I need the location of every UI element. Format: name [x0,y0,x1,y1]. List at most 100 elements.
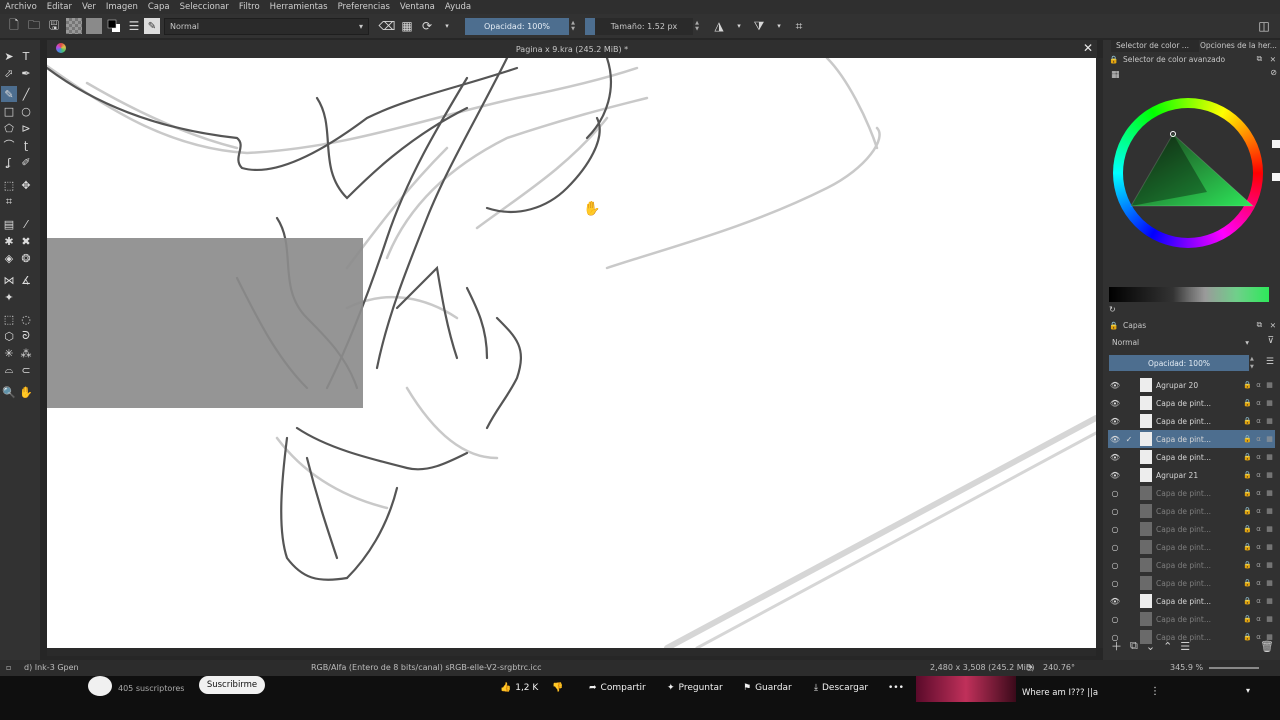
visibility-eye-icon[interactable]: 👁 [1108,471,1122,480]
lock-icon[interactable]: 🔒 [1242,453,1253,461]
float-icon[interactable]: ⧉ [1257,320,1262,330]
reload-preset-icon[interactable]: ⟳ [417,16,437,36]
inherit-alpha-icon[interactable]: ▦ [1264,453,1275,461]
similar-select-icon[interactable]: ⁂ [18,345,34,361]
inherit-alpha-icon[interactable]: ▦ [1264,615,1275,623]
layer-row[interactable]: 👁 Capa de pint... 🔒 α ▦ [1108,394,1275,412]
freehand-select-icon[interactable]: ᘐ [18,328,34,344]
visibility-eye-icon[interactable]: ○ [1108,543,1122,552]
enclose-fill-icon[interactable]: ❂ [18,250,34,266]
dropdown-arrow-icon[interactable]: ▾ [437,16,457,36]
save-button[interactable]: ⚑ Guardar [743,680,792,696]
layer-row[interactable]: ○ Capa de pint... 🔒 α ▦ [1108,484,1275,502]
workspace-icon[interactable]: ◫ [1254,16,1274,36]
contiguous-select-icon[interactable]: ✳ [1,345,17,361]
layers-blend-select[interactable]: Normal ▾ [1108,336,1253,348]
alpha-lock-icon[interactable]: α [1253,579,1264,587]
save-icon[interactable]: 🖫 [44,16,64,36]
ellipse-tool-icon[interactable]: ○ [18,103,34,119]
polygon-select-icon[interactable]: ⬡ [1,328,17,344]
alpha-lock-icon[interactable]: α [1253,417,1264,425]
inherit-alpha-icon[interactable]: ▦ [1264,417,1275,425]
menu-archivo[interactable]: Archivo [0,2,42,12]
menu-editar[interactable]: Editar [42,2,77,12]
layers-opacity-slider[interactable]: Opacidad: 100% [1109,355,1249,371]
mirror-vertical-icon[interactable]: ⧩ [749,16,769,36]
freehand-path-icon[interactable]: ʈ [18,137,34,153]
lock-icon[interactable]: 🔒 [1242,525,1253,533]
gradient-swatch[interactable] [86,18,102,34]
bezier-tool-icon[interactable]: ⌒ [1,137,17,153]
lock-icon[interactable]: 🔒 [1242,471,1253,479]
preserve-alpha-icon[interactable]: ▦ [397,16,417,36]
move-down-icon[interactable]: ⌄ [1146,640,1155,653]
download-button[interactable]: ⤓ Descargar [814,680,868,696]
lock-icon[interactable]: 🔒 [1242,489,1253,497]
kebab-menu-icon[interactable]: ⋮ [1150,686,1160,697]
like-button[interactable]: 👍 1,2 K [500,680,538,696]
inherit-alpha-icon[interactable]: ▦ [1264,525,1275,533]
alpha-lock-icon[interactable]: α [1253,489,1264,497]
dropdown-arrow-icon[interactable]: ▾ [729,16,749,36]
crop-tool-icon[interactable]: ⌗ [1,194,17,210]
close-icon[interactable]: ✕ [1270,321,1276,330]
lock-icon[interactable]: 🔒 [1242,435,1253,443]
layers-opacity-spin[interactable]: ▲ ▼ [1250,355,1254,371]
pattern-swatch[interactable] [66,18,82,34]
inherit-alpha-icon[interactable]: ▦ [1264,489,1275,497]
refresh-icon[interactable]: ↻ [1109,305,1116,314]
alpha-lock-icon[interactable]: α [1253,471,1264,479]
eraser-mode-icon[interactable]: ⌫ [377,16,397,36]
inherit-alpha-icon[interactable]: ▦ [1264,399,1275,407]
add-layer-icon[interactable]: ＋ [1111,638,1122,654]
layer-group-row[interactable]: 👁 Agrupar 21 🔒 α ▦ [1108,466,1275,484]
blend-mode-select[interactable]: Normal ▾ [164,17,369,35]
text-tool-icon[interactable]: T [18,48,34,64]
dynamic-brush-icon[interactable]: ʆ [1,154,17,170]
settings-list-icon[interactable]: ☰ [124,16,144,36]
delete-layer-icon[interactable]: 🗑 [1260,640,1274,653]
inherit-alpha-icon[interactable]: ▦ [1264,471,1275,479]
inherit-alpha-icon[interactable]: ▦ [1264,435,1275,443]
avatar[interactable] [88,676,112,696]
alpha-lock-icon[interactable]: α [1253,507,1264,515]
alpha-lock-icon[interactable]: α [1253,525,1264,533]
visibility-eye-icon[interactable]: 👁 [1108,453,1122,462]
color-wheel[interactable] [1107,92,1269,254]
inherit-alpha-icon[interactable]: ▦ [1264,381,1275,389]
color-picker-icon[interactable]: ⁄ [18,216,34,232]
fill-tool-icon[interactable]: ◈ [1,250,17,266]
menu-preferencias[interactable]: Preferencias [333,2,395,12]
layer-row[interactable]: ○ Capa de pint... 🔒 α ▦ [1108,502,1275,520]
inherit-alpha-icon[interactable]: ▦ [1264,543,1275,551]
subscribe-button[interactable]: Suscribirme [199,676,265,694]
fg-bg-color-icon[interactable] [104,16,124,36]
horizontal-scrollbar[interactable] [47,648,1096,656]
more-button[interactable]: ••• [888,680,904,696]
filter-icon[interactable]: ⊽ [1267,336,1274,346]
canvas[interactable]: ✋ [47,58,1096,648]
mirror-horizontal-icon[interactable]: ◮ [709,16,729,36]
polyline-tool-icon[interactable]: ⊳ [18,120,34,136]
alpha-lock-icon[interactable]: α [1253,543,1264,551]
lock-icon[interactable]: 🔒 [1109,55,1118,64]
visibility-eye-icon[interactable]: ○ [1108,579,1122,588]
lock-icon[interactable]: 🔒 [1109,321,1118,330]
float-icon[interactable]: ⧉ [1257,54,1262,64]
layer-row[interactable]: ○ Capa de pint... 🔒 α ▦ [1108,574,1275,592]
inherit-alpha-icon[interactable]: ▦ [1264,507,1275,515]
brush-preset-icon[interactable]: ✎ [144,18,160,34]
polygon-tool-icon[interactable]: ⬠ [1,120,17,136]
alpha-lock-icon[interactable]: α [1253,615,1264,623]
next-video-title[interactable]: Where am I??? ||a [1022,688,1098,698]
color-history-strip[interactable] [1109,287,1269,302]
new-document-icon[interactable]: 🗋 [4,16,24,36]
close-icon[interactable]: ✕ [1270,55,1276,64]
visibility-eye-icon[interactable]: 👁 [1108,381,1122,390]
dislike-button[interactable]: 👎 [552,680,563,696]
share-button[interactable]: ➦ Compartir [589,680,646,696]
inherit-alpha-icon[interactable]: ▦ [1264,597,1275,605]
no-color-icon[interactable]: ⊘ [1270,68,1277,77]
visibility-eye-icon[interactable]: 👁 [1108,417,1122,426]
reference-tool-icon[interactable]: ✦ [1,289,17,305]
